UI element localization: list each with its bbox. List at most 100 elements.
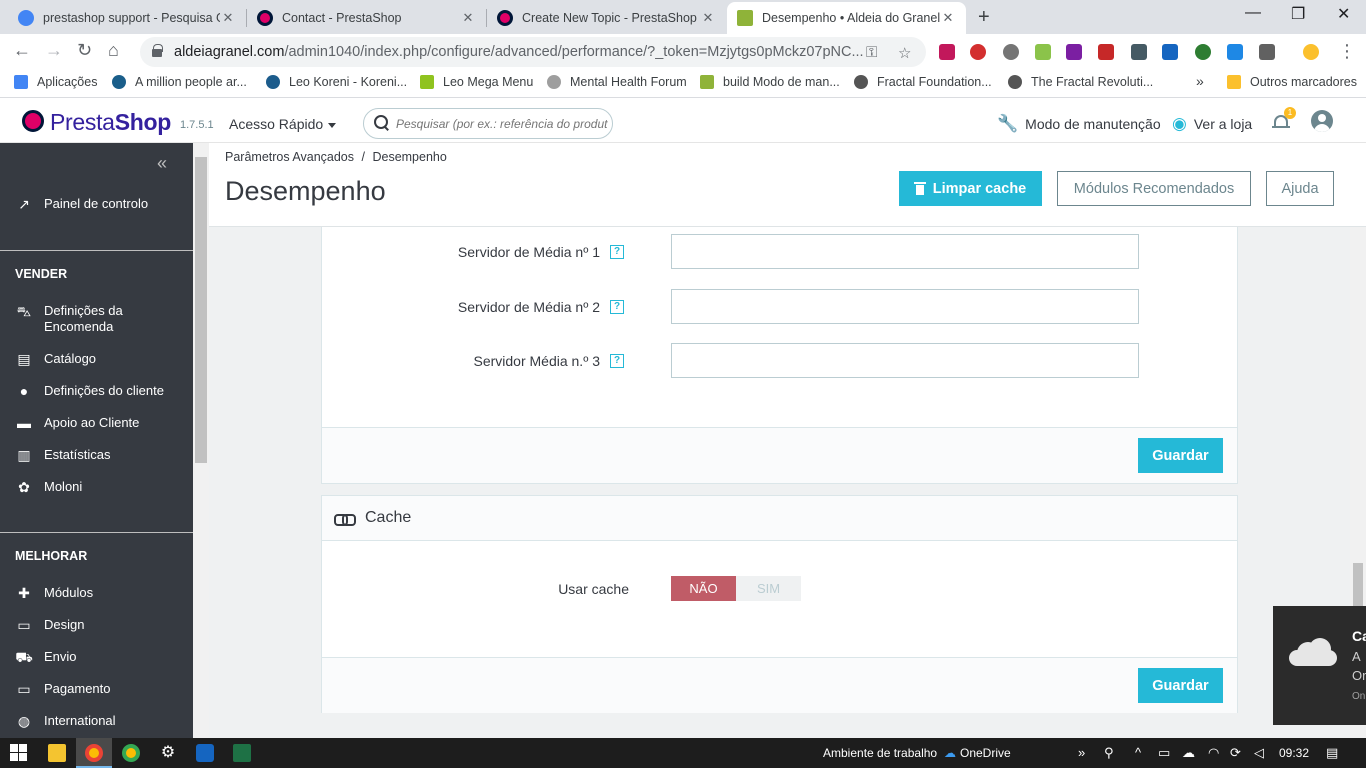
onedrive-toolbar[interactable]: ☁ OneDrive	[944, 746, 1011, 760]
bookmark[interactable]: Leo Koreni - Koreni...	[266, 75, 407, 89]
other-bookmarks[interactable]: Outros marcadores	[1227, 75, 1357, 89]
sidebar-item-stats[interactable]: ▥ Estatísticas	[15, 447, 185, 463]
restore-icon[interactable]: ❐	[1291, 4, 1305, 24]
clock[interactable]: 09:32	[1279, 746, 1309, 760]
action-center-icon[interactable]: ▤	[1326, 745, 1338, 761]
sidebar-item-design[interactable]: ▭ Design	[15, 617, 185, 633]
scrollbar-thumb[interactable]	[1353, 563, 1363, 609]
more-menu-icon[interactable]: ⋮	[1338, 41, 1356, 62]
cloud-tray-icon[interactable]: ☁	[1182, 745, 1195, 761]
desktop-toolbar-label[interactable]: Ambiente de trabalho	[823, 746, 937, 760]
toolbar-expand-icon[interactable]: »	[1078, 745, 1085, 760]
extension-icon[interactable]	[1003, 44, 1019, 60]
excel-icon[interactable]	[233, 744, 251, 762]
use-cache-yes-option[interactable]: SIM	[736, 576, 801, 601]
sidebar-item-orders[interactable]: ⛍ Definições da Encomenda	[15, 303, 185, 335]
volume-icon[interactable]: ◁	[1254, 745, 1264, 761]
sidebar-item-international[interactable]: ◍ International	[15, 713, 185, 729]
breadcrumb-parent[interactable]: Parâmetros Avançados	[225, 150, 354, 164]
close-window-icon[interactable]: ✕	[1337, 4, 1350, 24]
sidebar-item-modules[interactable]: ✚ Módulos	[15, 585, 185, 601]
help-button[interactable]: Ajuda	[1266, 171, 1334, 206]
search-input[interactable]	[396, 114, 608, 134]
sidebar-item-catalog[interactable]: ▤ Catálogo	[15, 351, 185, 367]
sidebar-item-customer-service[interactable]: ▬ Apoio ao Cliente	[15, 415, 185, 431]
tray-overflow-icon[interactable]: ^	[1135, 745, 1141, 760]
sidebar-item-moloni[interactable]: ✿ Moloni	[15, 479, 185, 495]
extension-icon[interactable]	[1131, 44, 1147, 60]
people-icon[interactable]: ⚲	[1104, 745, 1114, 761]
save-button[interactable]: Guardar	[1138, 668, 1223, 703]
notifications-bell-icon[interactable]: 1	[1272, 107, 1296, 131]
help-icon[interactable]: ?	[610, 300, 624, 314]
sidebar-item-shipping[interactable]: ⛟ Envio	[15, 649, 185, 665]
wifi-icon[interactable]: ◠	[1208, 745, 1219, 761]
scrollbar-thumb[interactable]	[195, 157, 207, 463]
brand-logo[interactable]: PrestaShop	[50, 109, 171, 136]
bookmark[interactable]: Fractal Foundation...	[854, 75, 992, 89]
minimize-icon[interactable]: —	[1245, 4, 1261, 22]
media-server-3-input[interactable]	[671, 343, 1139, 378]
prestashop-logo-icon[interactable]	[22, 110, 44, 132]
recommended-modules-button[interactable]: Módulos Recomendados	[1057, 171, 1251, 206]
bookmark[interactable]: The Fractal Revoluti...	[1008, 75, 1153, 89]
close-tab-icon[interactable]: ✕	[940, 10, 956, 26]
chrome-icon[interactable]	[122, 744, 140, 762]
bookmark[interactable]: build Modo de man...	[700, 75, 840, 89]
wrench-icon[interactable]	[1259, 44, 1275, 60]
bookmarks-overflow-button[interactable]: »	[1196, 73, 1204, 89]
use-cache-toggle[interactable]: NÃO SIM	[671, 576, 801, 601]
sidebar-item-payment[interactable]: ▭ Pagamento	[15, 681, 185, 697]
extension-icon[interactable]	[1098, 44, 1114, 60]
evernote-icon[interactable]	[1195, 44, 1211, 60]
clear-cache-button[interactable]: Limpar cache	[899, 171, 1042, 206]
sidebar-item-dashboard[interactable]: ↗ Painel de controlo	[15, 196, 185, 212]
close-tab-icon[interactable]: ✕	[700, 10, 716, 26]
close-tab-icon[interactable]: ✕	[220, 10, 236, 26]
onedrive-notification[interactable]: Ca A Or On	[1273, 606, 1366, 725]
extension-icon[interactable]	[970, 44, 986, 60]
url-text[interactable]: aldeiagranel.com/admin1040/index.php/con…	[174, 44, 864, 60]
browser-tab[interactable]: prestashop support - Pesquisa G ✕	[8, 2, 246, 34]
settings-gear-icon[interactable]: ⚙	[159, 744, 177, 762]
windows-start-icon[interactable]	[10, 744, 28, 762]
bookmark[interactable]: Mental Health Forum	[547, 75, 687, 89]
quick-access-dropdown[interactable]: Acesso Rápido	[229, 116, 337, 132]
media-server-1-input[interactable]	[671, 234, 1139, 269]
star-icon[interactable]: ☆	[898, 44, 911, 62]
save-button[interactable]: Guardar	[1138, 438, 1223, 473]
browser-tab[interactable]: Create New Topic - PrestaShop F ✕	[487, 2, 726, 34]
home-icon[interactable]: ⌂	[108, 40, 119, 61]
browser-tab[interactable]: Contact - PrestaShop ✕	[247, 2, 486, 34]
sync-icon[interactable]: ⟳	[1230, 745, 1241, 761]
key-icon[interactable]: ⚿	[866, 44, 877, 61]
help-icon[interactable]: ?	[610, 245, 624, 259]
maintenance-mode-link[interactable]: 🔧 Modo de manutenção	[997, 114, 1161, 134]
collapse-sidebar-button[interactable]: «	[157, 153, 167, 174]
address-bar[interactable]: aldeiagranel.com/admin1040/index.php/con…	[140, 37, 926, 67]
reload-icon[interactable]: ↻	[77, 40, 92, 61]
bookmark[interactable]: Leo Mega Menu	[420, 75, 533, 89]
extension-icon[interactable]	[1066, 44, 1082, 60]
employee-avatar-icon[interactable]	[1311, 110, 1333, 132]
chrome-icon[interactable]	[85, 744, 103, 762]
back-icon[interactable]: ←	[13, 40, 31, 61]
file-explorer-icon[interactable]	[48, 744, 66, 762]
use-cache-no-option[interactable]: NÃO	[671, 576, 736, 601]
media-server-2-input[interactable]	[671, 289, 1139, 324]
forward-icon[interactable]: →	[45, 40, 63, 61]
sidebar-item-customers[interactable]: ● Definições do cliente	[15, 383, 185, 399]
bookmark-apps[interactable]: Aplicações	[14, 75, 97, 89]
extension-icon[interactable]	[939, 44, 955, 60]
link-extension-icon[interactable]	[1227, 44, 1243, 60]
profile-emoji-icon[interactable]	[1303, 44, 1319, 60]
battery-icon[interactable]: ▭	[1158, 745, 1170, 761]
app-icon[interactable]	[196, 744, 214, 762]
bookmark[interactable]: A million people ar...	[112, 75, 247, 89]
view-store-link[interactable]: ◉ Ver a loja	[1172, 114, 1252, 134]
extension-icon[interactable]	[1035, 44, 1051, 60]
extension-icon[interactable]	[1162, 44, 1178, 60]
search-icon[interactable]	[374, 115, 388, 129]
sidebar-scrollbar[interactable]	[193, 143, 209, 738]
browser-tab-active[interactable]: Desempenho • Aldeia do Granel ✕	[727, 2, 966, 34]
